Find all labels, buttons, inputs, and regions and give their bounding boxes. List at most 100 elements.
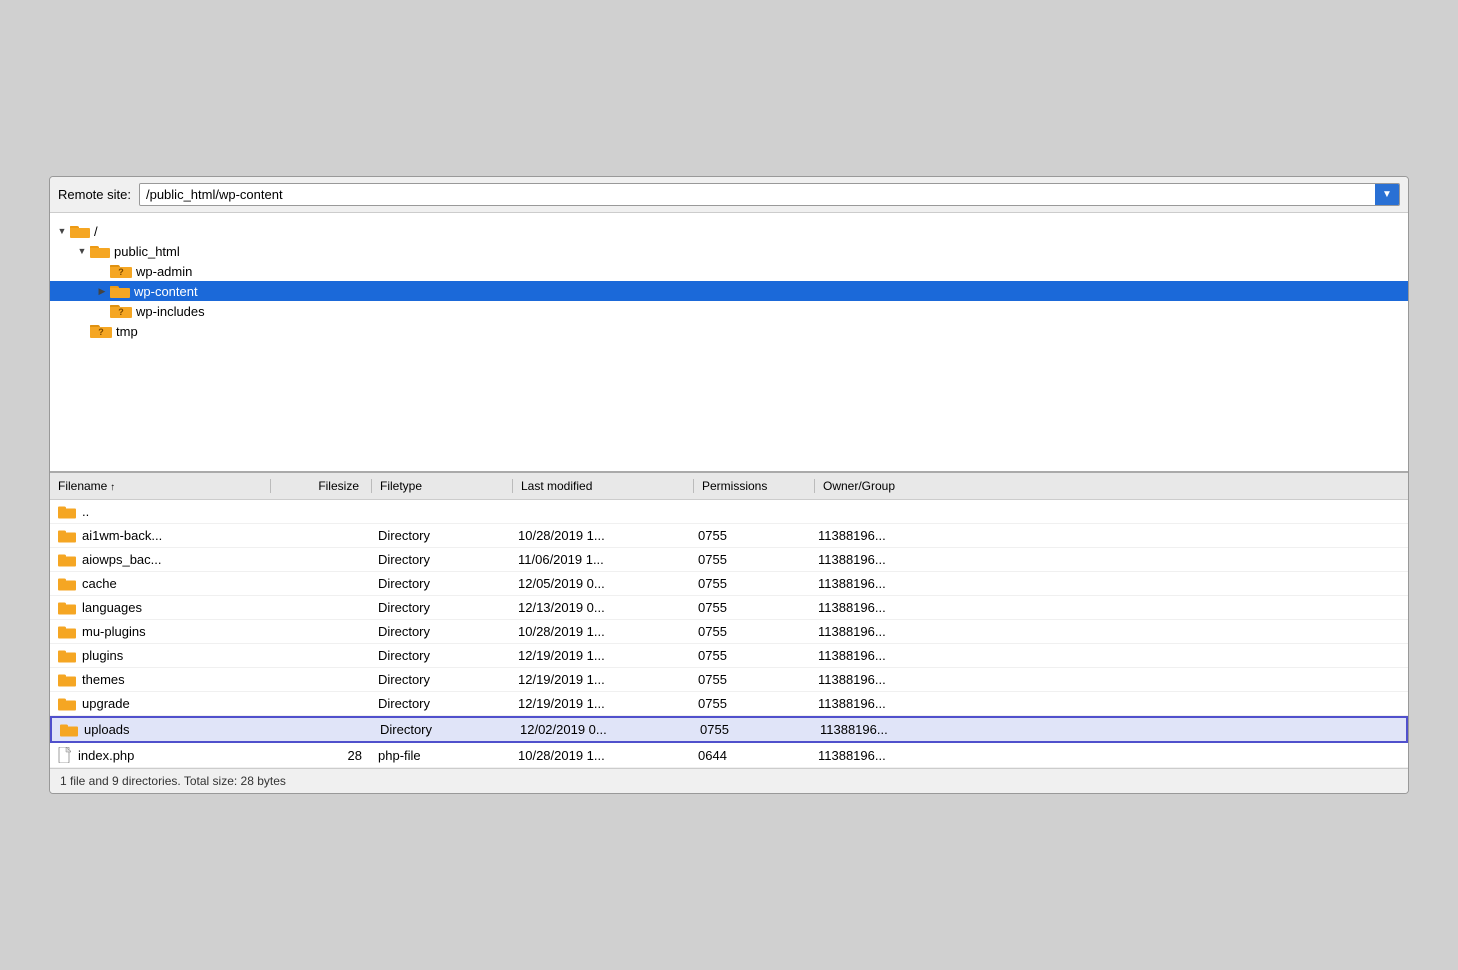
remote-site-label: Remote site:: [58, 187, 131, 202]
cell-type-uploads: Directory: [372, 720, 512, 739]
col-header-filesize[interactable]: Filesize: [271, 477, 371, 495]
file-row-indexphp[interactable]: index.php28php-file10/28/2019 1...064411…: [50, 743, 1408, 768]
file-list-header: Filename Filesize Filetype Last modified…: [50, 473, 1408, 500]
tree-label-wp-includes: wp-includes: [136, 304, 205, 319]
col-header-filetype[interactable]: Filetype: [372, 477, 512, 495]
cell-size-dotdot: [270, 510, 370, 514]
folder-icon-wp-includes: ?: [110, 303, 132, 319]
cell-size-cache: [270, 582, 370, 586]
file-name-dotdot: ..: [82, 504, 89, 519]
cell-perms-uploads: 0755: [692, 720, 812, 739]
file-row-ai1wm[interactable]: ai1wm-back...Directory10/28/2019 1...075…: [50, 524, 1408, 548]
file-row-cache[interactable]: cacheDirectory12/05/2019 0...07551138819…: [50, 572, 1408, 596]
file-row-plugins[interactable]: pluginsDirectory12/19/2019 1...075511388…: [50, 644, 1408, 668]
cell-perms-aiowps: 0755: [690, 550, 810, 569]
cell-filename-dotdot: ..: [50, 502, 270, 521]
folder-icon-wp-admin: ?: [110, 263, 132, 279]
file-icon-plugins: [58, 649, 76, 663]
file-row-upgrade[interactable]: upgradeDirectory12/19/2019 1...075511388…: [50, 692, 1408, 716]
cell-lastmod-languages: 12/13/2019 0...: [510, 598, 690, 617]
col-header-filename[interactable]: Filename: [50, 477, 270, 495]
tree-toggle-wp-content[interactable]: [94, 283, 110, 299]
cell-size-uploads: [272, 728, 372, 732]
file-rows: .. ai1wm-back...Directory10/28/2019 1...…: [50, 500, 1408, 768]
file-name-aiowps: aiowps_bac...: [82, 552, 162, 567]
file-row-themes[interactable]: themesDirectory12/19/2019 1...0755113881…: [50, 668, 1408, 692]
cell-type-languages: Directory: [370, 598, 510, 617]
cell-lastmod-plugins: 12/19/2019 1...: [510, 646, 690, 665]
tree-item-wp-content[interactable]: wp-content: [50, 281, 1408, 301]
cell-lastmod-dotdot: [510, 510, 690, 514]
cell-size-aiowps: [270, 558, 370, 562]
cell-filename-plugins: plugins: [50, 646, 270, 665]
cell-size-indexphp: 28: [270, 746, 370, 765]
file-row-mu-plugins[interactable]: mu-pluginsDirectory10/28/2019 1...075511…: [50, 620, 1408, 644]
cell-size-themes: [270, 678, 370, 682]
file-icon-mu-plugins: [58, 625, 76, 639]
file-row-uploads[interactable]: uploadsDirectory12/02/2019 0...075511388…: [50, 716, 1408, 743]
remote-site-input[interactable]: [140, 184, 1375, 205]
folder-icon-tmp: ?: [90, 323, 112, 339]
cell-filename-themes: themes: [50, 670, 270, 689]
file-name-upgrade: upgrade: [82, 696, 130, 711]
file-row-aiowps[interactable]: aiowps_bac...Directory11/06/2019 1...075…: [50, 548, 1408, 572]
cell-owner-languages: 11388196...: [810, 598, 1408, 617]
file-icon-ai1wm: [58, 529, 76, 543]
tree-toggle-root[interactable]: [54, 223, 70, 239]
svg-text:?: ?: [118, 267, 124, 277]
cell-owner-dotdot: [810, 510, 1408, 514]
cell-size-upgrade: [270, 702, 370, 706]
folder-icon-wp-content: [110, 284, 130, 299]
cell-lastmod-upgrade: 12/19/2019 1...: [510, 694, 690, 713]
cell-size-languages: [270, 606, 370, 610]
col-header-perms[interactable]: Permissions: [694, 477, 814, 495]
cell-perms-upgrade: 0755: [690, 694, 810, 713]
file-name-indexphp: index.php: [78, 748, 134, 763]
cell-owner-themes: 11388196...: [810, 670, 1408, 689]
cell-filename-uploads: uploads: [52, 720, 272, 739]
tree-item-public_html[interactable]: public_html: [50, 241, 1408, 261]
cell-filename-upgrade: upgrade: [50, 694, 270, 713]
col-header-lastmod[interactable]: Last modified: [513, 477, 693, 495]
cell-filename-cache: cache: [50, 574, 270, 593]
ftp-panel: Remote site: ▼ / public_html ? wp-admin …: [49, 176, 1409, 794]
remote-site-bar: Remote site: ▼: [50, 177, 1408, 213]
cell-owner-aiowps: 11388196...: [810, 550, 1408, 569]
tree-item-tmp[interactable]: ? tmp: [50, 321, 1408, 341]
cell-perms-plugins: 0755: [690, 646, 810, 665]
file-name-cache: cache: [82, 576, 117, 591]
cell-filename-mu-plugins: mu-plugins: [50, 622, 270, 641]
cell-owner-cache: 11388196...: [810, 574, 1408, 593]
tree-item-root[interactable]: /: [50, 221, 1408, 241]
cell-type-aiowps: Directory: [370, 550, 510, 569]
file-icon-dotdot: [58, 505, 76, 519]
cell-owner-upgrade: 11388196...: [810, 694, 1408, 713]
folder-icon-root: [70, 224, 90, 239]
tree-panel: / public_html ? wp-admin wp-content ? wp…: [50, 213, 1408, 473]
file-icon-languages: [58, 601, 76, 615]
file-icon-aiowps: [58, 553, 76, 567]
tree-toggle-public_html[interactable]: [74, 243, 90, 259]
col-header-owner[interactable]: Owner/Group: [815, 477, 1408, 495]
cell-type-ai1wm: Directory: [370, 526, 510, 545]
file-name-languages: languages: [82, 600, 142, 615]
tree-item-wp-includes[interactable]: ? wp-includes: [50, 301, 1408, 321]
tree-label-tmp: tmp: [116, 324, 138, 339]
file-name-ai1wm: ai1wm-back...: [82, 528, 162, 543]
remote-site-dropdown-button[interactable]: ▼: [1375, 184, 1399, 205]
cell-lastmod-mu-plugins: 10/28/2019 1...: [510, 622, 690, 641]
cell-type-dotdot: [370, 510, 510, 514]
tree-item-wp-admin[interactable]: ? wp-admin: [50, 261, 1408, 281]
file-name-themes: themes: [82, 672, 125, 687]
remote-site-input-wrapper: ▼: [139, 183, 1400, 206]
file-row-dotdot[interactable]: ..: [50, 500, 1408, 524]
cell-owner-ai1wm: 11388196...: [810, 526, 1408, 545]
file-icon-themes: [58, 673, 76, 687]
cell-filename-languages: languages: [50, 598, 270, 617]
file-row-languages[interactable]: languages Directory12/13/2019 0...0755113…: [50, 596, 1408, 620]
status-bar: 1 file and 9 directories. Total size: 28…: [50, 768, 1408, 793]
file-icon-upgrade: [58, 697, 76, 711]
cell-perms-cache: 0755: [690, 574, 810, 593]
cell-perms-languages: 0755: [690, 598, 810, 617]
file-icon-uploads: [60, 723, 78, 737]
